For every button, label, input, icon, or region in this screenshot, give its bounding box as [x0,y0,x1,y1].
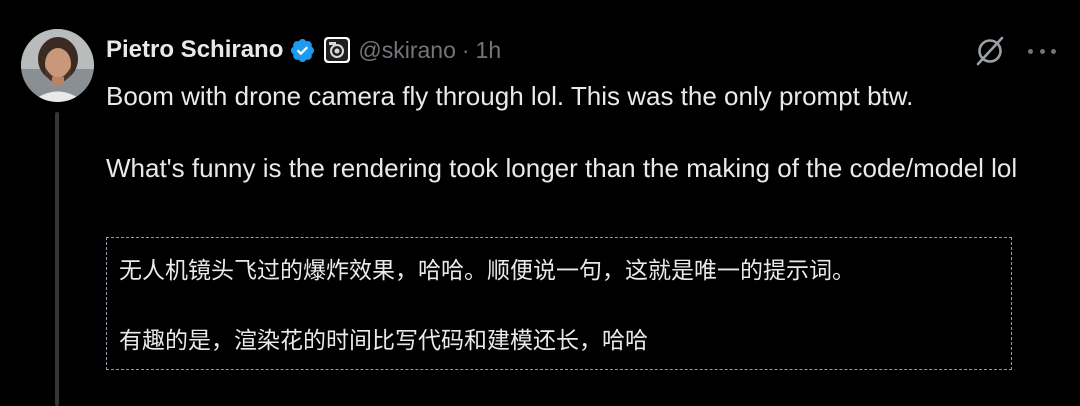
translation-box: 无人机镜头飞过的爆炸效果，哈哈。顺便说一句，这就是唯一的提示词。 有趣的是，渲染… [106,237,1012,370]
more-dot [1028,48,1033,54]
display-name[interactable]: Pietro Schirano [106,36,283,64]
more-options-icon[interactable] [1028,38,1056,64]
avatar[interactable] [21,29,94,102]
verified-badge-icon[interactable] [289,37,316,64]
thread-line [55,112,59,406]
user-handle[interactable]: @skirano [358,37,456,64]
separator-dot: · [461,36,470,63]
avatar-image [21,29,94,102]
tweet-article[interactable]: Pietro Schirano @skirano · 1h Boom with … [0,0,1080,406]
affiliation-badge-icon[interactable] [324,37,351,63]
tweet-text: Boom with drone camera fly through lol. … [106,78,1036,186]
translation-line-2: 有趣的是，渲染花的时间比写代码和建模还长，哈哈 [119,328,648,354]
timestamp[interactable]: 1h [476,37,502,64]
tweet-header: Pietro Schirano @skirano · 1h [106,30,501,70]
more-dot [1051,48,1056,54]
tweet-text-line-2: What's funny is the rendering took longe… [106,153,1018,183]
grok-slash-icon[interactable] [973,34,1007,68]
more-dot [1039,48,1045,54]
tweet-text-line-1: Boom with drone camera fly through lol. … [106,81,914,111]
translation-line-1: 无人机镜头飞过的爆炸效果，哈哈。顺便说一句，这就是唯一的提示词。 [119,258,855,284]
